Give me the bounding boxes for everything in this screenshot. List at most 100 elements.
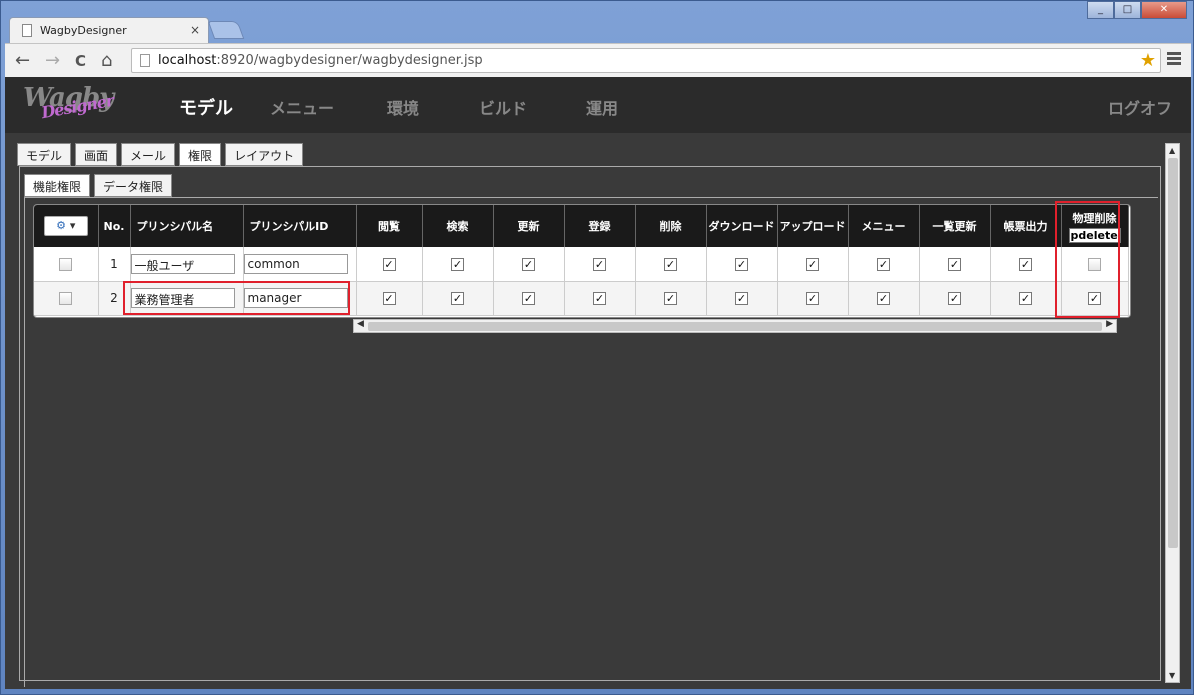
perm-cell-download: ✓: [706, 247, 778, 282]
header-principal-name[interactable]: プリンシパル名: [130, 205, 244, 247]
address-bar[interactable]: localhost:8920/wagbydesigner/wagbydesign…: [131, 48, 1161, 73]
nav-menu[interactable]: メニュー: [270, 95, 334, 119]
logout-link[interactable]: ログオフ: [1108, 95, 1172, 119]
perm-cell-view: ✓: [356, 247, 423, 282]
perm-checkbox-update[interactable]: ✓: [522, 257, 535, 271]
tab-model[interactable]: モデル: [17, 143, 72, 166]
back-icon[interactable]: ←: [15, 50, 30, 71]
perm-cell-search: ✓: [422, 247, 494, 282]
perm-checkbox-view[interactable]: ✓: [382, 257, 396, 271]
browser-window: WagbyDesigner × _ □ ✕ ← → C ⌂ localhost:…: [0, 0, 1194, 695]
perm-checkbox-delete[interactable]: ✓: [664, 257, 677, 271]
main-area: モデル 画面 メール 権限 レイアウト 機能権限 データ権限 ⚙ ▾ No. プ…: [5, 133, 1191, 689]
gear-icon: ⚙: [56, 219, 66, 232]
perm-checkbox-menu[interactable]: ✓: [877, 292, 890, 305]
perm-cell-report: ✓: [990, 247, 1062, 282]
header-no[interactable]: No.: [98, 205, 131, 247]
perm-checkbox-report[interactable]: ✓: [1019, 292, 1032, 305]
header-delete[interactable]: 削除: [635, 205, 707, 247]
scroll-up-icon[interactable]: ▲: [1169, 146, 1175, 155]
perm-checkbox-view[interactable]: ✓: [382, 292, 396, 305]
bookmark-star-icon[interactable]: ★: [1140, 50, 1156, 71]
perm-cell-menu: ✓: [848, 247, 920, 282]
close-window-button[interactable]: ✕: [1141, 1, 1187, 19]
window-controls: _ □ ✕: [1087, 1, 1187, 19]
tab-strip: WagbyDesigner ×: [9, 15, 709, 43]
nav-build[interactable]: ビルド: [479, 95, 527, 119]
row-select-cell: [34, 247, 99, 282]
header-register[interactable]: 登録: [564, 205, 636, 247]
perm-checkbox-update[interactable]: ✓: [522, 292, 535, 305]
tab-title: WagbyDesigner: [40, 24, 127, 37]
perm-checkbox-search[interactable]: ✓: [451, 257, 464, 271]
grid-menu-cell: ⚙ ▾: [34, 205, 99, 247]
header-report[interactable]: 帳票出力: [990, 205, 1062, 247]
header-list-update[interactable]: 一覧更新: [919, 205, 991, 247]
function-permission-panel: ⚙ ▾ No. プリンシパル名 プリンシパルID 閲覧 検索 更新 登録 削除: [24, 197, 1158, 687]
nav-operation[interactable]: 運用: [586, 95, 618, 119]
perm-checkbox-upload[interactable]: ✓: [806, 257, 819, 271]
header-update[interactable]: 更新: [493, 205, 565, 247]
principal-id-field[interactable]: common: [243, 253, 348, 274]
home-icon[interactable]: ⌂: [101, 50, 112, 71]
url-text: localhost:8920/wagbydesigner/wagbydesign…: [158, 53, 483, 68]
chevron-down-icon: ▾: [69, 219, 76, 232]
tab-close-icon[interactable]: ×: [190, 23, 200, 37]
perm-checkbox-download[interactable]: ✓: [735, 292, 748, 305]
row-select-checkbox[interactable]: [59, 257, 73, 271]
browser-tab[interactable]: WagbyDesigner ×: [9, 17, 209, 43]
browser-menu-icon[interactable]: [1167, 52, 1181, 67]
vertical-scrollbar[interactable]: ▲ ▼: [1165, 143, 1180, 683]
tab-mail[interactable]: メール: [121, 143, 176, 166]
perm-checkbox-list-update[interactable]: ✓: [948, 292, 961, 305]
perm-checkbox-search[interactable]: ✓: [451, 292, 464, 305]
perm-cell-view: ✓: [356, 281, 423, 316]
browser-toolbar: ← → C ⌂ localhost:8920/wagbydesigner/wag…: [5, 43, 1191, 77]
forward-icon[interactable]: →: [45, 50, 60, 71]
perm-cell-report: ✓: [990, 281, 1062, 316]
perm-cell-list-update: ✓: [919, 247, 991, 282]
header-search[interactable]: 検索: [422, 205, 494, 247]
perm-checkbox-menu[interactable]: ✓: [877, 257, 890, 271]
perm-checkbox-delete[interactable]: ✓: [664, 292, 677, 305]
perm-cell-list-update: ✓: [919, 281, 991, 316]
scroll-left-icon[interactable]: ◀: [357, 319, 364, 329]
header-view[interactable]: 閲覧: [356, 205, 423, 247]
scroll-down-icon[interactable]: ▼: [1169, 671, 1175, 680]
header-upload[interactable]: アップロード: [777, 205, 849, 247]
perm-cell-update: ✓: [493, 281, 565, 316]
perm-cell-delete: ✓: [635, 281, 707, 316]
horizontal-scroll-thumb[interactable]: [368, 322, 1102, 331]
tab-screen[interactable]: 画面: [75, 143, 118, 166]
tab-function-permission[interactable]: 機能権限: [24, 174, 91, 197]
reload-icon[interactable]: C: [75, 52, 86, 70]
principal-id-cell: common: [243, 247, 357, 282]
column-settings-button[interactable]: ⚙ ▾: [43, 216, 88, 236]
permission-panel: 機能権限 データ権限 ⚙ ▾ No. プリンシパル名 プリンシパルID 閲覧 検…: [19, 166, 1161, 687]
perm-checkbox-register[interactable]: ✓: [593, 257, 606, 271]
tab-layout[interactable]: レイアウト: [225, 143, 304, 166]
scroll-right-icon[interactable]: ▶: [1106, 319, 1113, 329]
header-download[interactable]: ダウンロード: [706, 205, 778, 247]
new-tab-button[interactable]: [207, 21, 245, 39]
nav-environment[interactable]: 環境: [387, 95, 419, 119]
principal-name-field[interactable]: 一般ユーザ: [130, 253, 235, 274]
header-principal-id[interactable]: プリンシパルID: [243, 205, 357, 247]
perm-checkbox-report[interactable]: ✓: [1019, 257, 1032, 271]
row-select-checkbox[interactable]: [59, 292, 73, 305]
horizontal-scrollbar[interactable]: ◀ ▶: [353, 319, 1117, 333]
perm-checkbox-upload[interactable]: ✓: [806, 292, 819, 305]
vertical-scroll-thumb[interactable]: [1168, 158, 1178, 548]
tab-data-permission[interactable]: データ権限: [94, 174, 173, 197]
perm-checkbox-register[interactable]: ✓: [593, 292, 606, 305]
maximize-button[interactable]: □: [1114, 1, 1141, 19]
tab-permission[interactable]: 権限: [179, 143, 222, 166]
perm-cell-upload: ✓: [777, 247, 849, 282]
app-header: Wagby Designer モデル メニュー 環境 ビルド 運用 ログオフ: [5, 77, 1191, 133]
perm-checkbox-list-update[interactable]: ✓: [948, 257, 961, 271]
minimize-button[interactable]: _: [1087, 1, 1114, 19]
perm-checkbox-download[interactable]: ✓: [735, 257, 748, 271]
app-logo: Wagby Designer: [23, 83, 115, 123]
header-menu[interactable]: メニュー: [848, 205, 920, 247]
nav-model[interactable]: モデル: [179, 94, 233, 120]
